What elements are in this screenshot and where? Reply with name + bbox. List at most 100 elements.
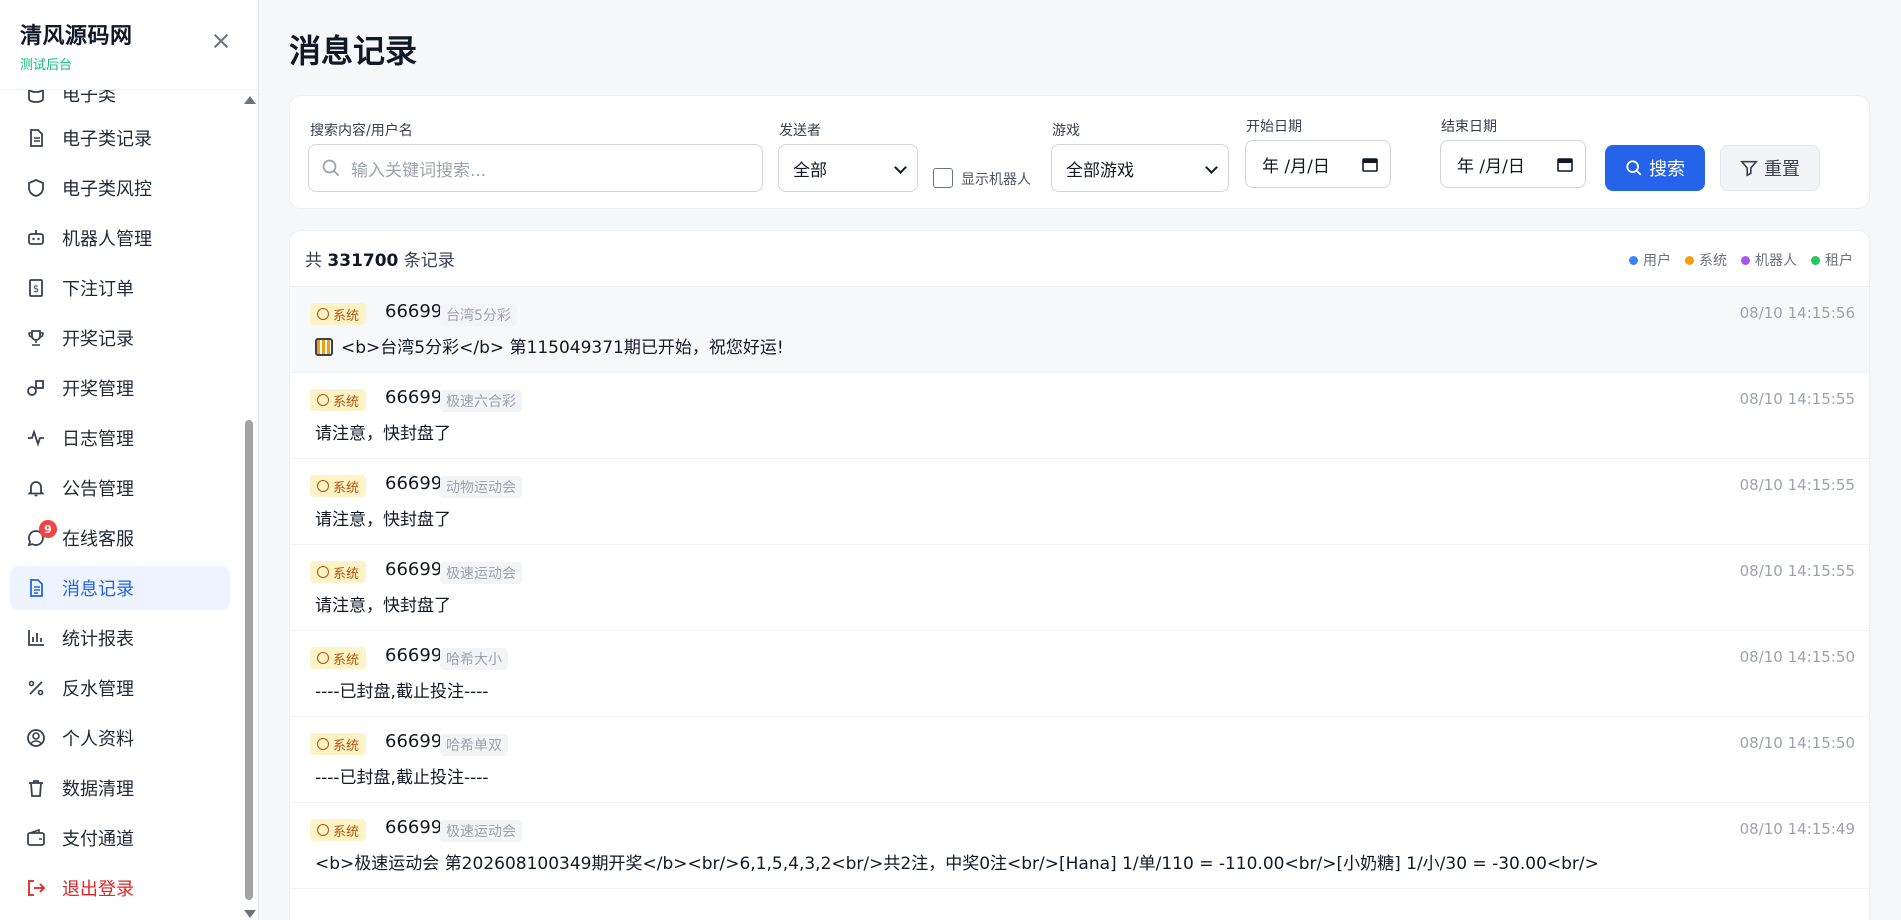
search-input[interactable]: 输入关键词搜索...	[308, 144, 763, 192]
legend: 用户 系统 机器人 租户	[1629, 250, 1853, 270]
search-button[interactable]: 搜索	[1605, 145, 1705, 191]
bell-icon	[25, 477, 47, 499]
document-icon	[25, 577, 47, 599]
message-game-tag: 动物运动会	[440, 476, 522, 498]
brand-title: 清风源码网	[20, 24, 133, 49]
message-row[interactable]: 系统 666999 极速六合彩 08/10 14:15:55 请注意，快封盘了	[290, 373, 1869, 459]
file-icon	[25, 127, 47, 149]
game-select-value: 全部游戏	[1066, 160, 1134, 181]
sidebar-item-messages[interactable]: 消息记录	[10, 566, 230, 610]
message-row[interactable]: 系统 666999 哈希大小 08/10 14:15:50 ----已封盘,截止…	[290, 631, 1869, 717]
unread-badge: 9	[39, 520, 57, 538]
database-icon	[25, 90, 47, 105]
sidebar-item-label: 公告管理	[62, 479, 134, 500]
search-icon	[322, 159, 340, 177]
sidebar-item-label: 电子类记录	[62, 129, 152, 150]
sender-select[interactable]: 全部	[778, 144, 918, 192]
sidebar-item-robots[interactable]: 机器人管理	[10, 216, 230, 260]
dollar-file-icon: $	[25, 277, 47, 299]
chat-bubble-icon	[317, 308, 329, 320]
sidebar-item-label: 电子类风控	[62, 179, 152, 200]
chat-bubble-icon	[317, 480, 329, 492]
sidebar-item-customer-service[interactable]: 9 在线客服	[10, 516, 230, 560]
filter-panel: 搜索内容/用户名 输入关键词搜索... 发送者 全部 显示机器人 游戏 全部游戏…	[289, 95, 1870, 209]
message-text: <b>极速运动会 第202608100349期开奖</b><br/>6,1,5,…	[315, 854, 1599, 874]
reset-button[interactable]: 重置	[1720, 145, 1820, 191]
scroll-up-arrow-icon[interactable]	[244, 96, 256, 104]
game-select[interactable]: 全部游戏	[1051, 144, 1229, 192]
list-header: 共 331700 条记录 用户 系统 机器人 租户	[290, 231, 1869, 287]
brand-subtitle: 测试后台	[20, 58, 73, 73]
legend-robot: 机器人	[1741, 250, 1797, 270]
close-icon[interactable]	[212, 32, 230, 50]
search-icon	[1626, 160, 1642, 176]
message-time: 08/10 14:15:56	[1739, 304, 1855, 322]
sidebar-item-label: 机器人管理	[62, 229, 152, 250]
sidebar-item-logout[interactable]: 退出登录	[10, 866, 230, 910]
filter-icon	[1740, 160, 1758, 177]
sidebar-item-label: 统计报表	[62, 629, 134, 650]
slot-machine-icon	[315, 338, 333, 356]
message-row[interactable]: 系统 666999 极速运动会 08/10 14:15:49 <b>极速运动会 …	[290, 803, 1869, 889]
message-row[interactable]: 系统 666999 极速运动会 08/10 14:15:55 请注意，快封盘了	[290, 545, 1869, 631]
end-date-value: 年 /月/日	[1457, 156, 1525, 177]
chevron-down-icon	[894, 161, 907, 174]
sidebar-item-payment[interactable]: 支付通道	[10, 816, 230, 860]
sidebar-item-electronic-records[interactable]: 电子类记录	[10, 116, 230, 160]
legend-user: 用户	[1629, 250, 1671, 270]
total-count: 共 331700 条记录	[305, 246, 455, 271]
sidebar-item-logs[interactable]: 日志管理	[10, 416, 230, 460]
sidebar-item-label: 开奖记录	[62, 329, 134, 350]
scroll-down-arrow-icon[interactable]	[244, 910, 256, 918]
message-time: 08/10 14:15:55	[1739, 562, 1855, 580]
end-date-input[interactable]: 年 /月/日	[1440, 140, 1586, 188]
chat-icon: 9	[25, 520, 57, 549]
legend-tenant: 租户	[1811, 250, 1853, 270]
trophy-icon	[25, 327, 47, 349]
calendar-icon[interactable]	[1557, 156, 1573, 172]
robot-icon	[25, 227, 47, 249]
sidebar-item-electronic-risk[interactable]: 电子类风控	[10, 166, 230, 210]
show-bots-label: 显示机器人	[961, 172, 1031, 188]
page-title: 消息记录	[289, 32, 418, 70]
message-time: 08/10 14:15:50	[1739, 648, 1855, 666]
sidebar-item-electronic[interactable]: 电子类	[10, 90, 230, 116]
scroll-thumb[interactable]	[245, 420, 253, 900]
sidebar-item-draw-management[interactable]: 开奖管理	[10, 366, 230, 410]
message-time: 08/10 14:15:55	[1739, 390, 1855, 408]
sidebar-item-announcements[interactable]: 公告管理	[10, 466, 230, 510]
shapes-icon	[25, 377, 47, 399]
message-text: ----已封盘,截止投注----	[315, 682, 489, 702]
chevron-down-icon	[1205, 161, 1218, 174]
bar-chart-icon	[25, 627, 47, 649]
sidebar-item-profile[interactable]: 个人资料	[10, 716, 230, 760]
sidebar-item-rebate[interactable]: 反水管理	[10, 666, 230, 710]
message-row[interactable]: 系统 666999 动物运动会 08/10 14:15:55 请注意，快封盘了	[290, 459, 1869, 545]
sidebar-item-label: 个人资料	[62, 729, 134, 750]
sidebar-item-reports[interactable]: 统计报表	[10, 616, 230, 660]
sidebar-item-label: 下注订单	[62, 279, 134, 300]
search-label: 搜索内容/用户名	[310, 123, 413, 139]
message-row[interactable]: 系统 666999 台湾5分彩 08/10 14:15:56 <b>台湾5分彩<…	[290, 287, 1869, 373]
start-date-value: 年 /月/日	[1262, 156, 1330, 177]
sidebar-scrollbar[interactable]	[242, 90, 256, 920]
game-label: 游戏	[1052, 123, 1080, 139]
show-bots-checkbox[interactable]	[933, 168, 953, 188]
message-game-tag: 极速运动会	[440, 562, 522, 584]
sidebar-item-draw-records[interactable]: 开奖记录	[10, 316, 230, 360]
sidebar-item-bet-orders[interactable]: $ 下注订单	[10, 266, 230, 310]
sidebar-item-data-cleanup[interactable]: 数据清理	[10, 766, 230, 810]
message-game-tag: 台湾5分彩	[440, 304, 517, 326]
logout-icon	[25, 877, 47, 899]
sidebar-item-label: 日志管理	[62, 429, 134, 450]
user-circle-icon	[25, 727, 47, 749]
message-row[interactable]: 系统 666999 哈希单双 08/10 14:15:50 ----已封盘,截止…	[290, 717, 1869, 803]
calendar-icon[interactable]	[1362, 156, 1378, 172]
brand: 清风源码网 测试后台	[0, 0, 258, 90]
sidebar-nav: 电子类 电子类记录 电子类风控 机器人管理 $ 下注订单 开奖记录 开奖管理 日…	[0, 90, 240, 920]
message-text: 请注意，快封盘了	[315, 510, 451, 530]
percent-icon	[25, 677, 47, 699]
message-text: ----已封盘,截止投注----	[315, 768, 489, 788]
start-date-input[interactable]: 年 /月/日	[1245, 140, 1391, 188]
sender-select-value: 全部	[793, 160, 827, 181]
